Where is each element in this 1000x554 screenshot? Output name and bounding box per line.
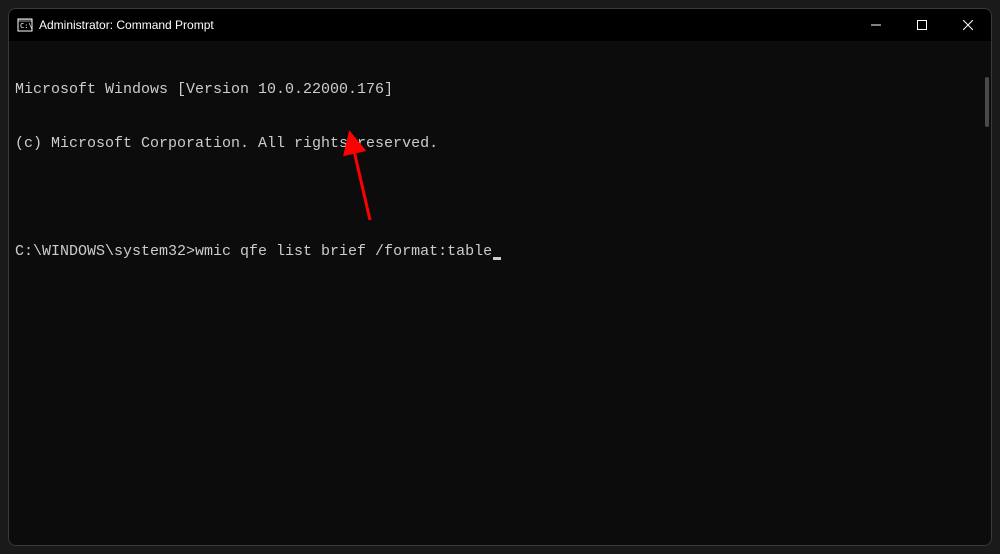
window-title: Administrator: Command Prompt — [39, 18, 214, 32]
terminal-area[interactable]: Microsoft Windows [Version 10.0.22000.17… — [9, 41, 991, 545]
svg-text:C:\: C:\ — [20, 22, 33, 30]
window-controls — [853, 9, 991, 41]
minimize-button[interactable] — [853, 9, 899, 41]
terminal-blank-line — [15, 189, 985, 207]
close-button[interactable] — [945, 9, 991, 41]
terminal-output-line: Microsoft Windows [Version 10.0.22000.17… — [15, 81, 985, 99]
maximize-button[interactable] — [899, 9, 945, 41]
scrollbar-thumb[interactable] — [985, 77, 989, 127]
app-icon: C:\ — [17, 17, 33, 33]
terminal-cursor — [493, 257, 501, 260]
terminal-output-line: (c) Microsoft Corporation. All rights re… — [15, 135, 985, 153]
command-prompt-window: C:\ Administrator: Command Prompt Micros… — [8, 8, 992, 546]
titlebar[interactable]: C:\ Administrator: Command Prompt — [9, 9, 991, 41]
terminal-prompt-line: C:\WINDOWS\system32>wmic qfe list brief … — [15, 243, 985, 261]
terminal-prompt: C:\WINDOWS\system32> — [15, 243, 195, 260]
terminal-command-input[interactable]: wmic qfe list brief /format:table — [195, 243, 492, 260]
